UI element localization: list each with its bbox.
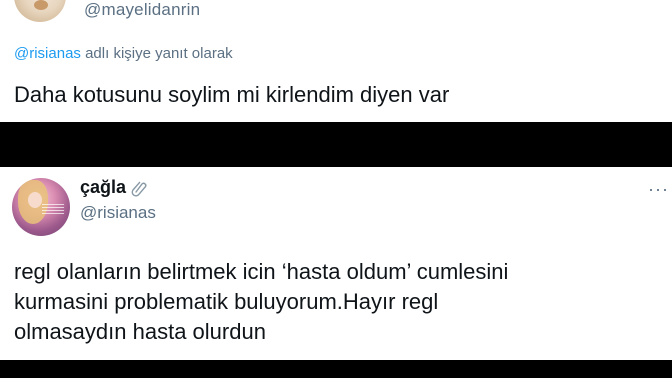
display-name[interactable]: çağla — [80, 177, 126, 198]
paperclip-icon — [130, 179, 148, 197]
reply-context-label: adlı kişiye yanıt olarak — [80, 45, 233, 62]
reply-tweet[interactable]: @mayelidanrin @risianas adlı kişiye yanı… — [0, 0, 672, 122]
avatar-image-detail — [34, 0, 48, 10]
avatar[interactable] — [12, 178, 70, 236]
user-handle[interactable]: @mayelidanrin — [84, 0, 200, 20]
reply-mention-link[interactable]: @risianas — [14, 45, 81, 62]
avatar-image-detail — [28, 192, 42, 208]
avatar[interactable] — [14, 0, 66, 22]
image-divider — [0, 360, 672, 378]
tweet-text: regl olanların belirtmek icin ‘hasta old… — [14, 257, 664, 347]
user-handle[interactable]: @risianas — [80, 203, 156, 223]
avatar-image-detail — [42, 204, 64, 216]
image-divider — [0, 122, 672, 167]
name-row: çağla — [80, 177, 148, 198]
more-icon[interactable]: ··· — [648, 179, 669, 200]
tweet-text-line: kurmasini problematik buluyorum.Hayır re… — [14, 289, 439, 314]
screenshot-collage: @mayelidanrin @risianas adlı kişiye yanı… — [0, 0, 672, 378]
tweet-text-line: regl olanların belirtmek icin ‘hasta old… — [14, 259, 509, 284]
tweet-text: Daha kotusunu soylim mi kirlendim diyen … — [14, 82, 450, 107]
reply-context: @risianas adlı kişiye yanıt olarak — [14, 45, 233, 62]
tweet-text-line: olmasaydın hasta olurdun — [14, 319, 266, 344]
original-tweet[interactable]: çağla @risianas ··· regl olanların belir… — [0, 167, 672, 360]
